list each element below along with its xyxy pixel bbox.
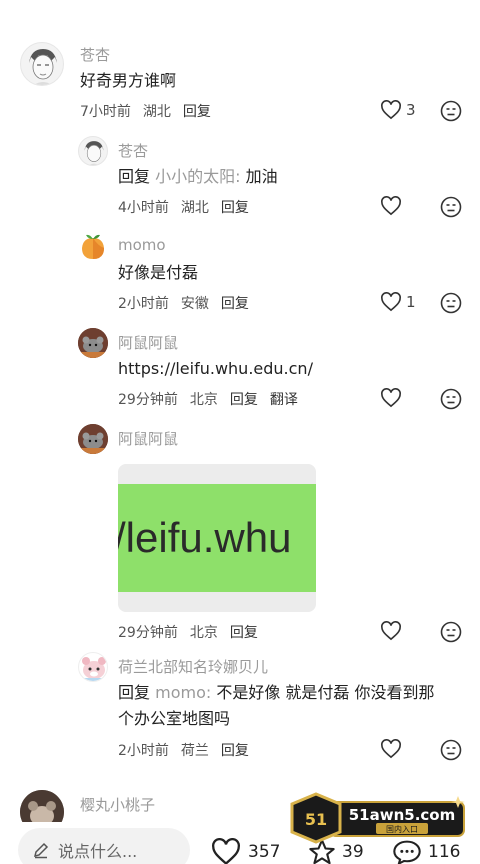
timestamp: 29分钟前 xyxy=(118,625,178,641)
mention[interactable]: momo: xyxy=(155,683,211,702)
comment-input[interactable]: 说点什么... xyxy=(18,828,190,864)
timestamp: 2小时前 xyxy=(118,743,169,759)
comment-meta: 29分钟前 北京 回复 xyxy=(118,622,270,642)
username[interactable]: 苍杏 xyxy=(118,140,148,161)
timestamp: 29分钟前 xyxy=(118,392,178,408)
watermark-badge: 51 51awn5.com 国内入口 xyxy=(290,790,470,846)
like-count: 1 xyxy=(406,293,416,311)
avatar[interactable] xyxy=(78,424,108,454)
username[interactable]: 荷兰北部知名玲娜贝儿 xyxy=(118,656,268,677)
like-button[interactable]: 1 xyxy=(380,292,416,312)
like-button[interactable] xyxy=(380,196,402,216)
username[interactable]: momo xyxy=(118,236,166,254)
like-total: 357 xyxy=(248,842,281,862)
comment-text: 好奇男方谁啊 xyxy=(80,71,177,90)
avatar[interactable] xyxy=(78,232,108,262)
timestamp: 4小时前 xyxy=(118,200,169,216)
heart-icon xyxy=(381,739,401,759)
comment-link[interactable]: https://leifu.whu.edu.cn/ xyxy=(118,356,313,382)
username[interactable]: 阿鼠阿鼠 xyxy=(118,332,178,353)
like-button[interactable] xyxy=(380,621,402,641)
mention[interactable]: 小小的太阳: xyxy=(155,167,240,186)
avatar[interactable] xyxy=(78,136,108,166)
input-placeholder: 说点什么... xyxy=(58,842,138,861)
avatar[interactable] xyxy=(78,328,108,358)
heart-icon xyxy=(212,838,240,864)
comment-meta: 7小时前 湖北 回复 xyxy=(80,101,223,121)
username[interactable]: 苍杏 xyxy=(80,44,110,65)
reply-text: 不是好像 就是付磊 你没看到那 xyxy=(211,683,435,702)
like-button[interactable]: 3 xyxy=(380,100,416,120)
timestamp: 2小时前 xyxy=(118,296,169,312)
watermark-logo: 51 xyxy=(305,810,327,829)
avatar[interactable] xyxy=(20,42,64,86)
reply-button[interactable]: 回复 xyxy=(183,104,211,120)
pencil-icon xyxy=(33,842,49,859)
reply-button[interactable]: 回复 xyxy=(230,625,258,641)
comment-text: 好像是付磊 xyxy=(118,263,199,282)
location: 北京 xyxy=(189,625,218,641)
reply-text: 加油 xyxy=(240,167,278,186)
username[interactable]: 阿鼠阿鼠 xyxy=(118,428,178,449)
like-button[interactable] xyxy=(380,388,402,408)
comment-meta: 29分钟前 北京 回复 翻译 xyxy=(118,389,310,409)
like-count: 3 xyxy=(406,101,416,119)
reply-prefix: 回复 xyxy=(118,167,151,186)
heart-icon xyxy=(381,621,401,641)
dislike-icon[interactable] xyxy=(440,388,462,410)
reply-button[interactable]: 回复 xyxy=(221,743,249,759)
dislike-icon[interactable] xyxy=(440,621,462,643)
translate-button[interactable]: 翻译 xyxy=(270,392,298,408)
watermark-sub: 国内入口 xyxy=(386,824,418,834)
timestamp: 7小时前 xyxy=(80,104,131,120)
dislike-icon[interactable] xyxy=(440,100,462,122)
heart-icon xyxy=(381,196,401,216)
reply-prefix: 回复 xyxy=(118,683,151,702)
location: 荷兰 xyxy=(180,743,209,759)
comment-text: 回复 momo: 不是好像 就是付磊 你没看到那 xyxy=(118,680,435,706)
dislike-icon[interactable] xyxy=(440,292,462,314)
heart-icon xyxy=(381,388,401,408)
image-content: /leifu.whu xyxy=(118,484,316,592)
dislike-icon[interactable] xyxy=(440,196,462,218)
reply-button[interactable]: 回复 xyxy=(230,392,258,408)
comment-image[interactable]: /leifu.whu xyxy=(118,464,316,612)
location: 湖北 xyxy=(142,104,171,120)
location: 北京 xyxy=(189,392,218,408)
comment-meta: 2小时前 荷兰 回复 xyxy=(118,740,261,760)
like-button[interactable] xyxy=(380,739,402,759)
heart-icon xyxy=(381,292,401,312)
comment-text-line2: 个办公室地图吗 xyxy=(118,709,231,728)
reply-button[interactable]: 回复 xyxy=(221,200,249,216)
like-stat[interactable]: 357 xyxy=(210,838,280,864)
location: 湖北 xyxy=(180,200,209,216)
watermark-site: 51awn5.com xyxy=(349,806,456,824)
comment-meta: 2小时前 安徽 回复 xyxy=(118,293,261,313)
location: 安徽 xyxy=(180,296,209,312)
username[interactable]: 樱丸小桃子 xyxy=(80,794,155,815)
avatar[interactable] xyxy=(78,652,108,682)
comment-meta: 4小时前 湖北 回复 xyxy=(118,197,261,217)
image-text: /leifu.whu xyxy=(118,514,292,561)
comment-text: 回复 小小的太阳: 加油 xyxy=(118,164,278,190)
dislike-icon[interactable] xyxy=(440,739,462,761)
reply-button[interactable]: 回复 xyxy=(221,296,249,312)
heart-icon xyxy=(381,100,401,120)
